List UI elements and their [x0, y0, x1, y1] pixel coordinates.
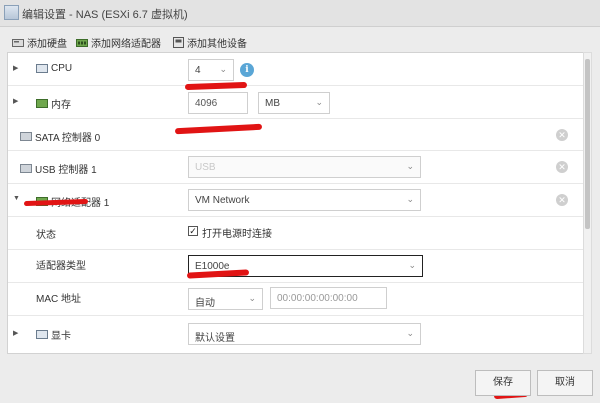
memory-label: 内存	[36, 96, 71, 111]
expand-caret-icon[interactable]: ▶	[13, 64, 18, 72]
chevron-down-icon: ⌄	[219, 64, 227, 74]
network-status-row: 状态 ✓ 打开电源时连接	[8, 217, 584, 250]
network-card-icon	[76, 38, 88, 47]
expand-caret-icon[interactable]: ▶	[13, 329, 18, 337]
chevron-down-icon: ⌄	[406, 194, 414, 204]
toolbar: 添加硬盘 添加网络适配器 添加其他设备	[0, 30, 600, 52]
mac-mode-select[interactable]: 自动 ⌄	[188, 288, 263, 310]
usb-controller-row: USB 控制器 1 USB ⌄ ✕	[8, 151, 584, 184]
monitor-icon	[36, 330, 48, 339]
cpu-icon	[36, 64, 48, 73]
remove-device-icon[interactable]: ✕	[556, 129, 568, 141]
video-card-row: ▶ 显卡 默认设置 ⌄	[8, 316, 584, 353]
memory-row: ▶ 内存 4096 MB ⌄	[8, 86, 584, 119]
sata-icon	[20, 132, 32, 141]
scrollbar-thumb[interactable]	[585, 59, 590, 229]
cpu-label: CPU	[36, 63, 72, 74]
usb-icon	[20, 164, 32, 173]
memory-unit-select[interactable]: MB ⌄	[258, 92, 330, 114]
video-card-label: 显卡	[36, 327, 71, 342]
cancel-button[interactable]: 取消	[537, 370, 593, 396]
usb-type-select[interactable]: USB ⌄	[188, 156, 421, 178]
chevron-down-icon: ⌄	[248, 293, 256, 303]
add-other-device-label: 添加其他设备	[187, 39, 247, 50]
connect-on-power-on-label: 打开电源时连接	[202, 229, 272, 240]
memory-size-input[interactable]: 4096	[188, 92, 248, 114]
chevron-down-icon: ⌄	[408, 260, 416, 270]
window-titlebar: 编辑设置 - NAS (ESXi 6.7 虚拟机)	[0, 0, 600, 27]
adapter-type-row: 适配器类型 E1000e ⌄	[8, 250, 584, 283]
window-title: 编辑设置 - NAS (ESXi 6.7 虚拟机)	[22, 9, 188, 21]
chevron-down-icon: ⌄	[406, 328, 414, 338]
memory-icon	[36, 99, 48, 108]
remove-device-icon[interactable]: ✕	[556, 194, 568, 206]
expand-caret-icon[interactable]: ▶	[13, 97, 18, 105]
remove-device-icon[interactable]: ✕	[556, 161, 568, 173]
add-disk-button[interactable]: 添加硬盘	[12, 35, 67, 50]
network-adapter-row: ▼ 网络适配器 1 VM Network ⌄ ✕	[8, 184, 584, 217]
collapse-caret-icon[interactable]: ▼	[13, 195, 20, 202]
sata-controller-row: SATA 控制器 0 ✕	[8, 119, 584, 151]
mac-address-label: MAC 地址	[36, 294, 81, 305]
usb-controller-label: USB 控制器 1	[20, 161, 97, 176]
add-disk-label: 添加硬盘	[27, 39, 67, 50]
add-network-adapter-label: 添加网络适配器	[91, 39, 161, 50]
info-icon[interactable]: i	[240, 63, 254, 77]
chevron-down-icon: ⌄	[315, 97, 323, 107]
add-other-device-button[interactable]: 添加其他设备	[173, 35, 247, 50]
cpu-count-select[interactable]: 4 ⌄	[188, 59, 234, 81]
device-icon	[173, 37, 184, 48]
disk-icon	[12, 38, 24, 47]
vm-window-icon	[4, 5, 19, 20]
settings-panel: ▶ CPU 4 ⌄ i ▶ 内存 4096 MB ⌄ SATA 控制器 0 ✕	[7, 52, 585, 354]
network-select[interactable]: VM Network ⌄	[188, 189, 421, 211]
mac-address-input[interactable]: 00:00:00:00:00:00	[270, 287, 387, 309]
adapter-type-label: 适配器类型	[36, 261, 86, 272]
panel-scrollbar[interactable]	[583, 52, 592, 354]
video-card-select[interactable]: 默认设置 ⌄	[188, 323, 421, 345]
mac-address-row: MAC 地址 自动 ⌄ 00:00:00:00:00:00	[8, 283, 584, 316]
cpu-row: ▶ CPU 4 ⌄ i	[8, 53, 584, 86]
sata-controller-label: SATA 控制器 0	[20, 129, 100, 144]
save-button[interactable]: 保存	[475, 370, 531, 396]
add-network-adapter-button[interactable]: 添加网络适配器	[76, 35, 161, 50]
status-label: 状态	[36, 230, 56, 241]
chevron-down-icon: ⌄	[406, 161, 414, 171]
connect-on-power-on-checkbox[interactable]: ✓	[188, 226, 198, 236]
